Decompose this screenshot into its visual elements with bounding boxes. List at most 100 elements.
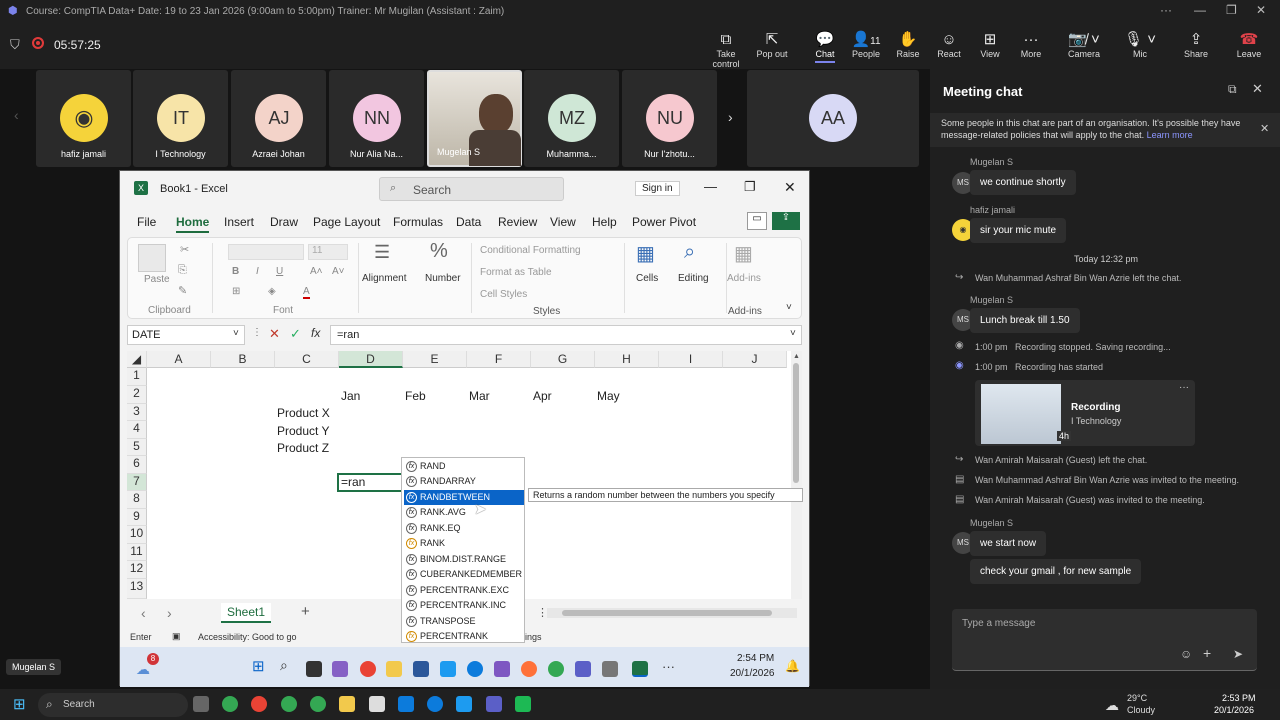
select-all-corner[interactable]: ◢ [127,351,147,368]
participant-tile[interactable]: AA [747,70,919,167]
chat-message[interactable]: we continue shortly [970,170,1076,195]
alignment-icon[interactable]: ☰ [374,242,390,263]
excel-close-button[interactable]: ✕ [784,179,796,196]
row-header[interactable]: 10 [127,526,147,544]
tab-power-pivot[interactable]: Power Pivot [632,215,696,229]
chat-message[interactable]: sir your mic mute [970,218,1067,243]
column-header[interactable]: B [211,351,275,368]
cell-c5[interactable]: Product Z [277,441,329,455]
participant-tile[interactable]: ◉ hafiz jamali [36,70,131,167]
alignment-button[interactable]: Alignment [362,273,406,284]
share-button[interactable]: ⇪ Share [1172,31,1220,59]
cells-icon[interactable]: ▦ [636,241,655,266]
task-view-icon[interactable] [306,661,322,677]
app-3-icon[interactable] [515,696,531,712]
cell-c4[interactable]: Product Y [277,424,329,438]
recording-thumbnail[interactable]: 4h [981,384,1072,444]
firefox-icon[interactable] [521,661,537,677]
tab-draw[interactable]: Draw [270,215,298,229]
os-search-box[interactable]: ⌕ Search [38,693,188,717]
tab-review[interactable]: Review [498,215,537,229]
excel-maximize-button[interactable]: ❐ [744,179,756,195]
camera-button[interactable]: 📷̸ ˅ Camera [1060,31,1108,59]
row-header[interactable]: 9 [127,509,147,526]
format-painter-icon[interactable]: ✎ [178,284,187,297]
expand-formula-icon[interactable]: ˅ [790,328,796,339]
chrome-4-icon[interactable] [310,696,326,712]
row-header[interactable]: 12 [127,561,147,579]
autocomplete-item[interactable]: fx RAND [404,459,524,474]
add-sheet-icon[interactable]: + [301,603,310,620]
close-chat-icon[interactable]: ✕ [1252,81,1263,97]
active-cell-d7[interactable]: =ran [337,473,403,492]
name-box[interactable]: DATE [127,325,245,345]
prev-sheet-icon[interactable]: ‹ [141,605,146,621]
excel-minimize-button[interactable]: — [704,179,717,194]
cloud-icon[interactable]: ☁ [136,661,150,678]
app-icon[interactable] [398,696,414,712]
column-header[interactable]: G [531,351,595,368]
task-view-icon[interactable] [193,696,209,712]
collapse-ribbon-icon[interactable]: ˅ [786,302,792,313]
autocomplete-item[interactable]: fx BINOM.DIST.RANGE [404,552,524,567]
tab-file[interactable]: File [137,215,156,229]
chrome-2-icon[interactable] [548,661,564,677]
column-header[interactable]: E [403,351,467,368]
send-icon[interactable]: ➤ [1233,647,1243,661]
participant-tile[interactable]: NU Nur I'zhotu... [622,70,717,167]
settings-icon[interactable] [602,661,618,677]
participant-tile[interactable]: IT I Technology [133,70,228,167]
row-header[interactable]: 11 [127,544,147,561]
shield-icon[interactable]: ⛉ [10,37,20,53]
autocomplete-item[interactable]: fx TRANSPOSE [404,614,524,629]
shrink-font-icon[interactable]: A˅ [332,266,345,277]
notifications-icon[interactable]: 🔔 [785,659,800,673]
column-header[interactable]: I [659,351,723,368]
more-button[interactable]: ··· More [1007,31,1055,59]
edge-icon[interactable] [467,661,483,677]
chrome-icon[interactable] [222,696,238,712]
tab-data[interactable]: Data [456,215,481,229]
close-button[interactable]: ✕ [1256,3,1266,17]
autocomplete-item[interactable]: fx RANK.EQ [404,521,524,536]
fill-color-icon[interactable]: ◈ [268,286,276,297]
maximize-button[interactable]: ❐ [1226,3,1237,17]
excel-taskbar-icon[interactable] [632,661,648,677]
tab-home[interactable]: Home [176,215,210,233]
percent-icon[interactable]: % [430,240,448,263]
share-excel-icon[interactable]: ⇪ [772,212,800,230]
cell-c3[interactable]: Product X [277,406,330,420]
enter-formula-icon[interactable]: ✓ [290,326,301,342]
autocomplete-item[interactable]: fx PERCENTRANK.EXC [404,583,524,598]
editing-button[interactable]: Editing [678,273,709,284]
row-header[interactable]: 3 [127,404,147,421]
weather-icon[interactable]: ☁ [1105,697,1119,714]
row-header[interactable]: 6 [127,456,147,474]
app-icon[interactable] [494,661,510,677]
chrome-3-icon[interactable] [281,696,297,712]
copilot-icon[interactable] [332,661,348,677]
font-size-select[interactable]: 11 [308,244,348,260]
leave-button[interactable]: ☎ Leave [1225,31,1273,59]
chat-message[interactable]: Lunch break till 1.50 [970,308,1080,333]
column-header[interactable]: C [275,351,339,368]
cut-icon[interactable]: ✂ [180,243,189,256]
column-header[interactable]: H [595,351,659,368]
column-header[interactable]: A [147,351,211,368]
learn-more-link[interactable]: Learn more [1147,130,1193,140]
row-header[interactable]: 5 [127,439,147,456]
message-compose-box[interactable]: Type a message ☺ + ➤ [952,609,1257,671]
add-ins-button[interactable]: Add-ins [727,273,761,284]
app-2-icon[interactable] [456,696,472,712]
tab-help[interactable]: Help [592,215,617,229]
font-color-icon[interactable]: A [303,286,310,299]
insert-function-icon[interactable]: fx [311,326,320,340]
windows-start-icon[interactable]: ⊞ [13,695,26,713]
chat-message[interactable]: check your gmail , for new sample [970,559,1142,584]
column-header[interactable]: J [723,351,787,368]
chrome-2-icon[interactable] [251,696,267,712]
scroll-left-icon[interactable]: ‹ [14,107,19,123]
autocomplete-item[interactable]: fx PERCENTRANK [404,629,524,644]
accessibility-status[interactable]: Accessibility: Good to go [198,632,297,642]
notepad-icon[interactable] [369,696,385,712]
